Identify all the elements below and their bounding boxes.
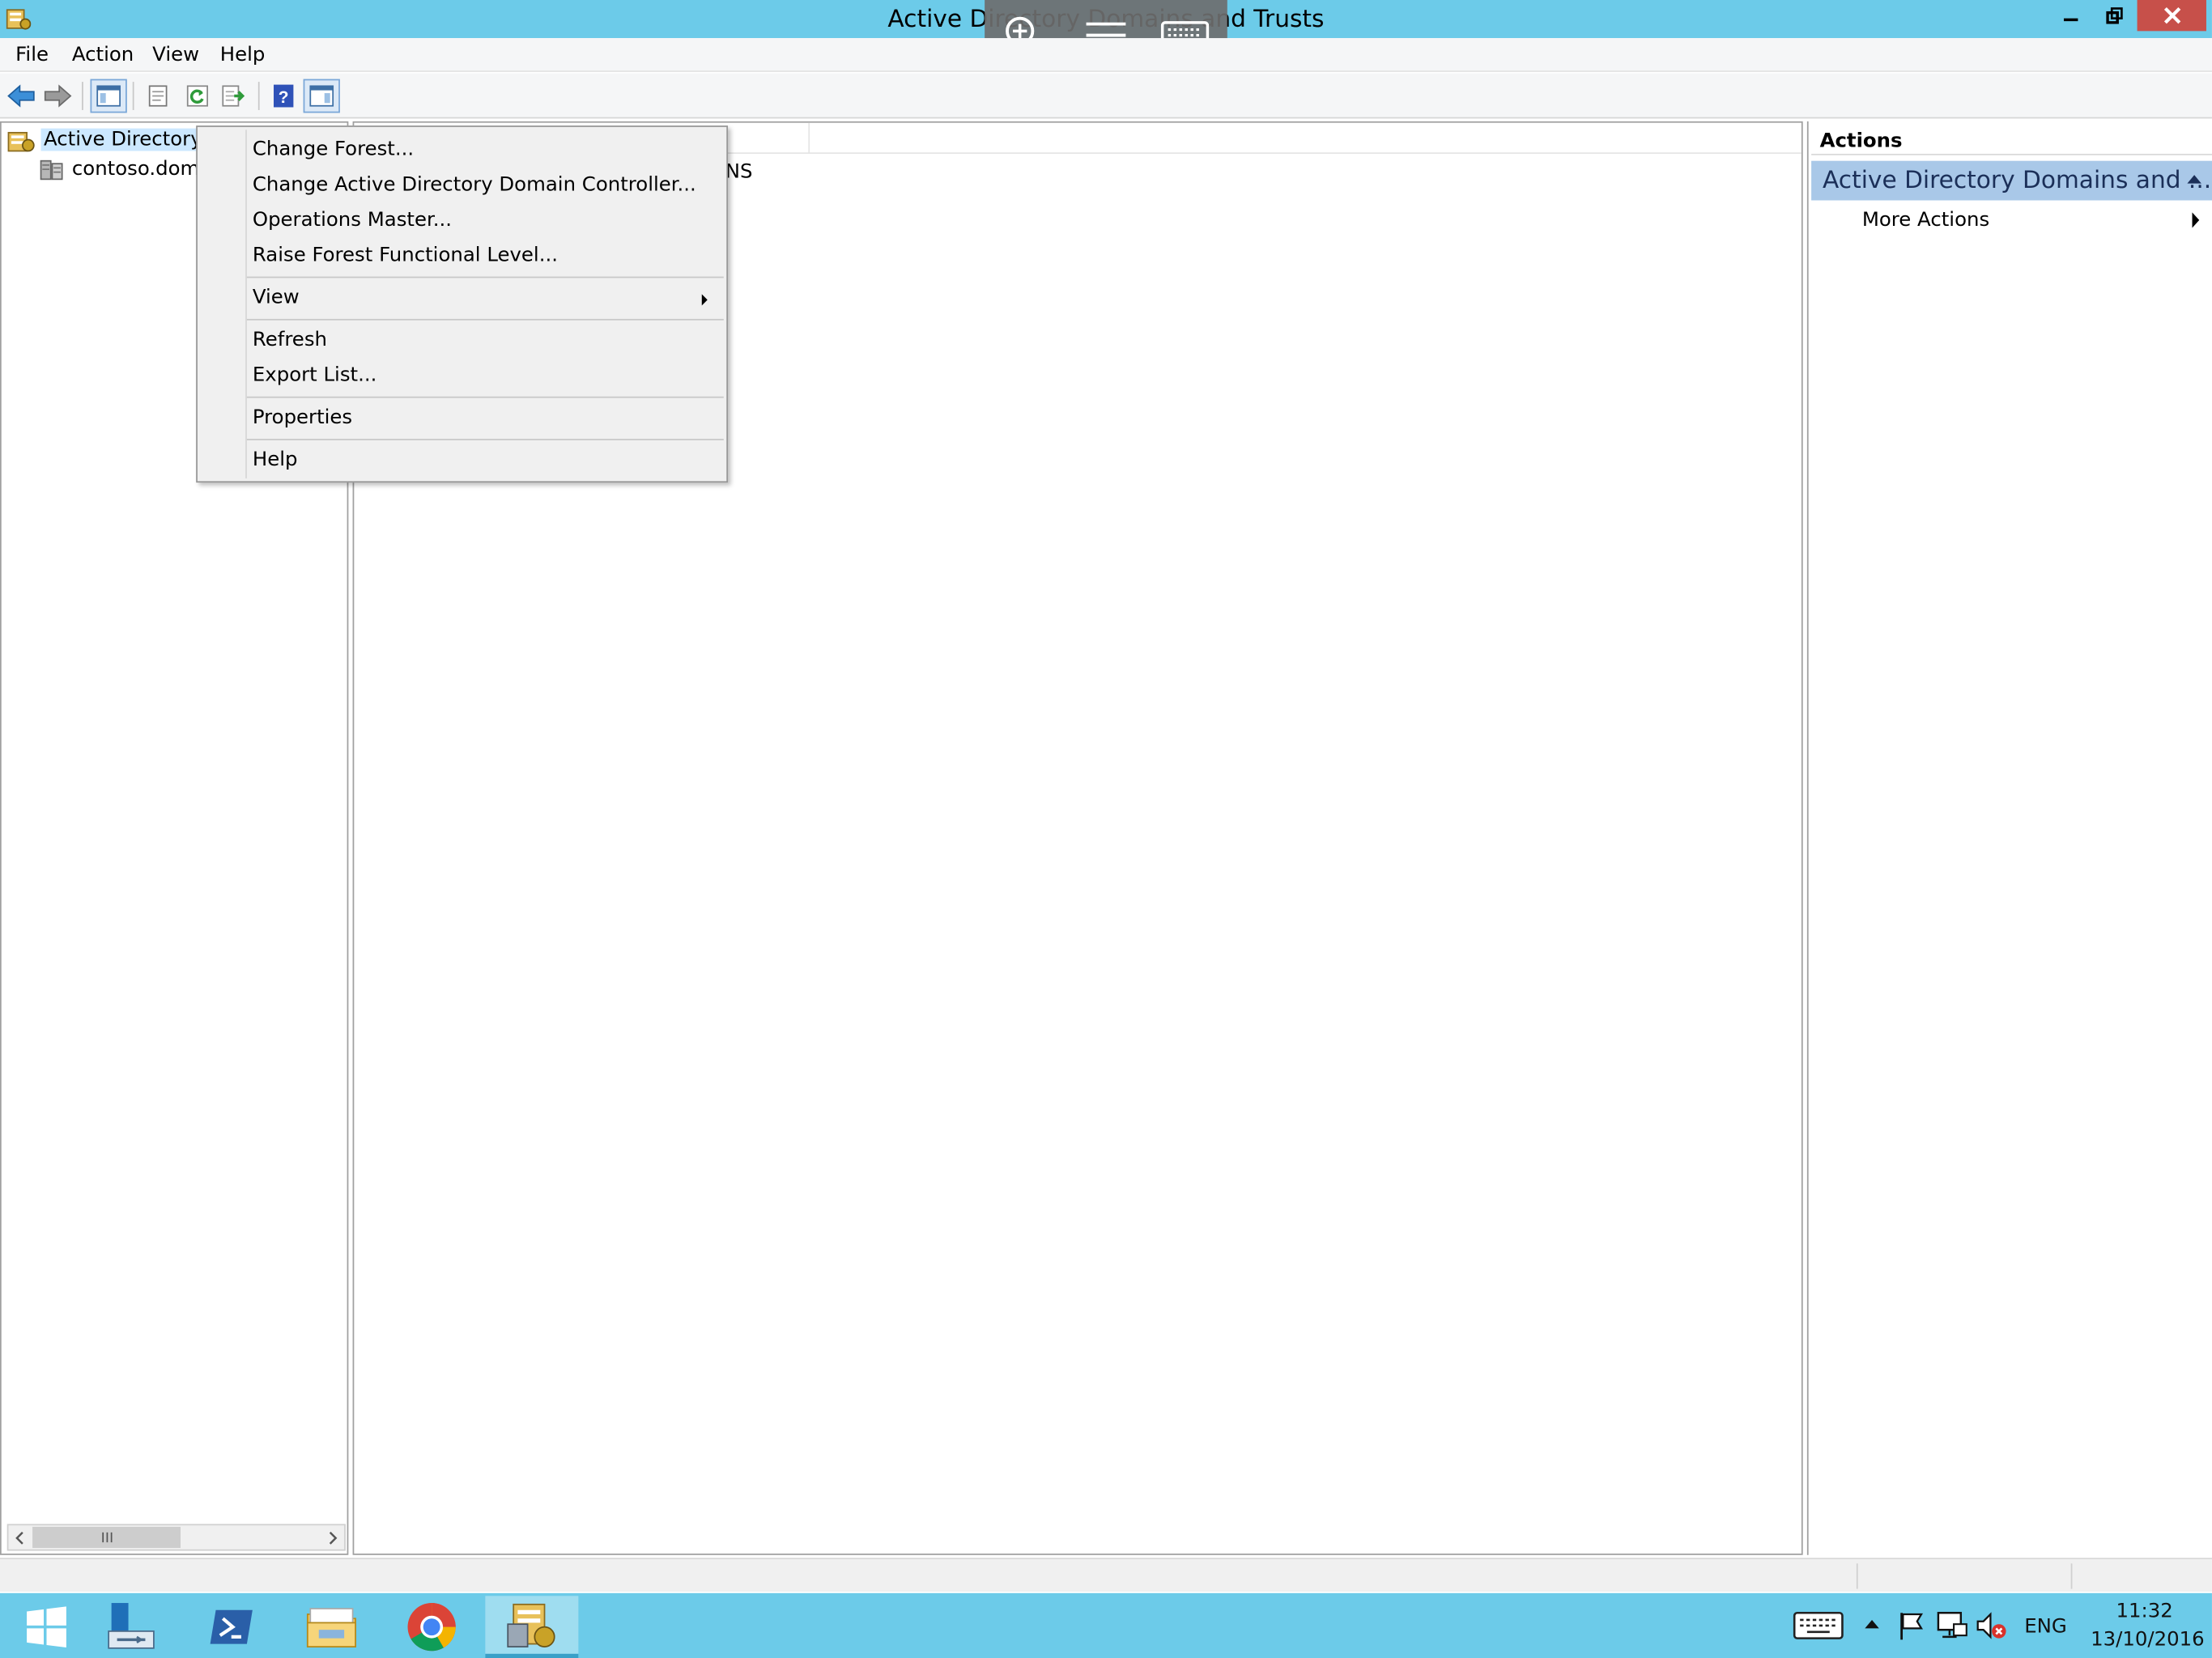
menu-action[interactable]: Action xyxy=(72,44,134,66)
status-divider xyxy=(1856,1563,1858,1589)
clock-date[interactable]: 13/10/2016 xyxy=(2091,1628,2205,1651)
back-button[interactable] xyxy=(2,79,39,113)
actions-group-header[interactable]: Active Directory Domains and ... xyxy=(1811,160,2212,201)
ad-domains-trusts-icon xyxy=(507,1603,555,1647)
grip-icon xyxy=(101,1532,112,1543)
language-indicator[interactable]: ENG xyxy=(2024,1616,2067,1639)
taskbar-chrome[interactable] xyxy=(385,1596,479,1658)
menu-item-change-forest[interactable]: Change Forest... xyxy=(253,138,414,161)
screen: Active Directory Domains and Trusts File… xyxy=(0,0,2212,1658)
minimize-button[interactable] xyxy=(2050,0,2092,31)
menu-item-properties[interactable]: Properties xyxy=(253,406,352,429)
svg-text:?: ? xyxy=(279,88,289,107)
menu-item-export-list[interactable]: Export List... xyxy=(253,364,377,387)
submenu-arrow-icon xyxy=(2192,212,2200,228)
scrollbar-thumb[interactable] xyxy=(32,1526,181,1549)
collapse-up-icon[interactable] xyxy=(2187,173,2202,185)
chevron-left-icon xyxy=(15,1531,23,1544)
menu-gutter xyxy=(245,130,247,478)
menu-item-refresh[interactable]: Refresh xyxy=(253,329,327,351)
clock-time[interactable]: 11:32 xyxy=(2116,1601,2172,1623)
close-icon xyxy=(2163,6,2180,24)
close-button[interactable] xyxy=(2137,0,2206,32)
show-hide-console-tree-button[interactable] xyxy=(90,79,127,113)
file-explorer-icon xyxy=(306,1608,356,1647)
taskbar-ad-domains-trusts[interactable] xyxy=(485,1596,579,1658)
chrome-icon xyxy=(407,1603,456,1652)
more-actions-item[interactable]: More Actions xyxy=(1811,205,2212,236)
restore-icon xyxy=(2106,7,2123,24)
show-hide-console-tree-icon xyxy=(96,85,121,107)
toolbar-separator xyxy=(132,82,134,110)
menu-file[interactable]: File xyxy=(15,44,49,66)
menu-item-operations-master[interactable]: Operations Master... xyxy=(253,209,452,232)
domain-icon xyxy=(40,159,63,181)
volume-muted-icon[interactable] xyxy=(1975,1610,2009,1641)
start-button[interactable] xyxy=(0,1596,93,1658)
show-hidden-icons-icon[interactable] xyxy=(1864,1618,1881,1630)
horizontal-scrollbar[interactable] xyxy=(6,1524,346,1551)
export-list-button[interactable] xyxy=(216,79,253,113)
powershell-icon xyxy=(210,1609,253,1644)
server-manager-icon xyxy=(108,1603,155,1649)
menu-bar: File Action View Help xyxy=(0,38,2212,72)
touch-keyboard-icon[interactable] xyxy=(1793,1610,1844,1641)
menu-item-view[interactable]: View xyxy=(253,287,300,309)
show-hide-action-pane-button[interactable] xyxy=(303,79,340,113)
menu-item-help[interactable]: Help xyxy=(253,449,298,471)
restore-button[interactable] xyxy=(2094,0,2136,31)
refresh-icon xyxy=(186,85,208,107)
toolbar-separator xyxy=(257,82,260,110)
menu-item-change-domain-controller[interactable]: Change Active Directory Domain Controlle… xyxy=(253,173,696,196)
taskbar-server-manager[interactable] xyxy=(85,1596,178,1658)
menu-help[interactable]: Help xyxy=(220,44,266,66)
menu-separator xyxy=(246,439,724,440)
forward-button[interactable] xyxy=(40,79,76,113)
menu-separator xyxy=(246,396,724,398)
back-arrow-icon xyxy=(7,84,35,108)
actions-header: Actions xyxy=(1811,121,2212,155)
menu-separator xyxy=(246,276,724,278)
menu-view[interactable]: View xyxy=(152,44,199,66)
properties-button[interactable] xyxy=(139,79,176,113)
actions-pane: Actions Active Directory Domains and ...… xyxy=(1806,121,2212,1555)
submenu-arrow-icon xyxy=(701,294,708,306)
forward-arrow-icon xyxy=(44,84,72,108)
taskbar-file-explorer[interactable] xyxy=(285,1596,378,1658)
properties-icon xyxy=(148,85,168,107)
chevron-right-icon xyxy=(329,1531,338,1544)
network-icon[interactable] xyxy=(1935,1610,1969,1641)
start-icon xyxy=(27,1606,66,1647)
scroll-right-button[interactable] xyxy=(321,1525,344,1550)
scroll-left-button[interactable] xyxy=(8,1525,31,1550)
taskbar-powershell[interactable] xyxy=(185,1596,278,1658)
action-center-flag-icon[interactable] xyxy=(1897,1610,1925,1641)
more-actions-label: More Actions xyxy=(1861,208,1990,232)
menu-separator xyxy=(246,318,724,321)
help-icon: ? xyxy=(274,84,294,108)
minimize-icon xyxy=(2063,18,2078,22)
actions-group-title: Active Directory Domains and ... xyxy=(1823,166,2212,195)
menu-item-raise-forest-functional-level[interactable]: Raise Forest Functional Level... xyxy=(253,244,558,267)
status-bar xyxy=(0,1558,2212,1592)
actions-title: Actions xyxy=(1819,130,1903,153)
toolbar: ? xyxy=(0,73,2212,119)
ad-domains-trusts-icon xyxy=(7,131,35,152)
show-hide-action-pane-icon xyxy=(309,85,334,107)
context-menu: Change Forest... Change Active Directory… xyxy=(196,125,729,483)
refresh-button[interactable] xyxy=(179,79,215,113)
export-list-icon xyxy=(222,85,245,107)
help-button[interactable]: ? xyxy=(266,79,302,113)
toolbar-separator xyxy=(82,82,83,110)
status-divider xyxy=(2070,1563,2073,1589)
tree-item-domain-label: contoso.doma xyxy=(71,158,212,181)
taskbar: ENG 11:32 13/10/2016 xyxy=(0,1592,2212,1658)
